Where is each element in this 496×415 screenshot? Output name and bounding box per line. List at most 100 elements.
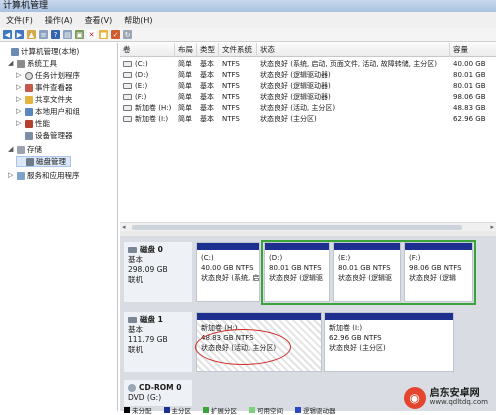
partition-d[interactable]: (D:) 80.01 GB NTFS 状态良好 (逻辑驱 <box>264 242 330 302</box>
legend-swatch <box>203 407 209 413</box>
expander-icon[interactable]: ▷ <box>16 120 23 127</box>
tree-item-task-scheduler[interactable]: ▷ 任务计划程序 <box>16 70 80 81</box>
tree-item-event-viewer[interactable]: ▷ 事件查看器 <box>16 82 73 93</box>
expander-icon[interactable] <box>16 132 23 139</box>
column-header-type[interactable]: 类型 <box>197 43 219 57</box>
folder-icon <box>25 96 33 104</box>
expander-icon[interactable]: ◢ <box>8 60 15 67</box>
volume-list: 卷 布局 类型 文件系统 状态 容量 (C:) 简单 基本 NTFS 状态良好 … <box>120 43 496 223</box>
expander-icon[interactable]: ▷ <box>16 96 23 103</box>
partition-status: 状态良好 (逻辑驱 <box>338 273 392 283</box>
list-view-icon[interactable]: ≡ <box>39 30 48 39</box>
primary-partition-bar <box>325 313 453 320</box>
partition-c[interactable]: (C:) 40.00 GB NTFS 状态良好 (系统, 启 <box>196 242 260 302</box>
folder-icon[interactable]: ■ <box>99 30 108 39</box>
logical-drive-bar <box>265 243 329 250</box>
column-header-capacity[interactable]: 容量 <box>450 43 496 57</box>
delete-icon[interactable]: ✕ <box>87 30 96 39</box>
back-icon[interactable]: ◀ <box>3 30 12 39</box>
tree-item-storage[interactable]: ◢ 存储 <box>8 144 42 155</box>
disk-state: 联机 <box>128 275 192 285</box>
tree-item-shared-folders[interactable]: ▷ 共享文件夹 <box>16 94 73 105</box>
expander-icon[interactable] <box>2 48 9 55</box>
legend-item: 逻辑驱动器 <box>295 405 336 415</box>
disk-0-label[interactable]: 磁盘 0 基本 298.09 GB 联机 <box>124 242 192 302</box>
legend-swatch <box>295 407 301 413</box>
partition-i[interactable]: 新加卷 (I:) 62.96 GB NTFS 状态良好 (主分区) <box>324 312 454 372</box>
refresh-icon[interactable]: ↻ <box>123 30 132 39</box>
partition-title: 新加卷 (I:) <box>329 323 386 333</box>
expander-icon[interactable]: ◢ <box>8 146 15 153</box>
disk-name: CD-ROM 0 <box>139 383 181 393</box>
expander-icon[interactable]: ▷ <box>16 84 23 91</box>
table-row[interactable]: (D:) 简单 基本 NTFS 状态良好 (逻辑驱动器) 80.01 GB <box>120 70 496 80</box>
help-icon[interactable]: ? <box>51 30 60 39</box>
partition-title: (F:) <box>409 253 462 263</box>
partition-e[interactable]: (E:) 80.01 GB NTFS 状态良好 (逻辑驱 <box>333 242 401 302</box>
table-row[interactable]: (E:) 简单 基本 NTFS 状态良好 (逻辑驱动器) 80.01 GB <box>120 81 496 91</box>
table-row[interactable]: (C:) 简单 基本 NTFS 状态良好 (系统, 启动, 页面文件, 活动, … <box>120 59 496 69</box>
highlight-circle <box>195 329 291 365</box>
disk-size: 111.79 GB <box>128 335 192 345</box>
table-row[interactable]: 新加卷 (H:) 简单 基本 NTFS 状态良好 (活动, 主分区) 48.83… <box>120 103 496 113</box>
menu-file[interactable]: 文件(F) <box>6 15 33 26</box>
tree-item-device-manager[interactable]: 设备管理器 <box>16 130 73 141</box>
column-header-status[interactable]: 状态 <box>257 43 450 57</box>
expander-icon[interactable] <box>17 158 24 165</box>
legend: 未分配 主分区 扩展分区 可用空间 逻辑驱动器 <box>124 405 336 415</box>
properties-icon[interactable]: ▣ <box>75 30 84 39</box>
forward-icon[interactable]: ▶ <box>15 30 24 39</box>
cell-capacity: 98.06 GB <box>450 93 496 101</box>
watermark-title: 启东安卓网 <box>430 389 488 398</box>
tree-item-services-apps[interactable]: ▷ 服务和应用程序 <box>8 170 80 181</box>
expander-icon[interactable]: ▷ <box>8 172 15 179</box>
tree-item-computer-management[interactable]: 计算机管理(本地) <box>2 46 79 57</box>
expander-icon[interactable]: ▷ <box>16 72 23 79</box>
menu-help[interactable]: 帮助(H) <box>124 15 152 26</box>
volume-list-header: 卷 布局 类型 文件系统 状态 容量 <box>120 43 496 57</box>
cell-volume: (E:) <box>120 82 175 90</box>
disk-icon <box>128 317 137 323</box>
up-folder-icon[interactable]: ▲ <box>27 30 36 39</box>
cell-capacity: 62.96 GB <box>450 115 496 123</box>
cell-status: 状态良好 (系统, 启动, 页面文件, 活动, 故障转储, 主分区) <box>257 59 450 69</box>
clock-icon <box>25 72 33 80</box>
device-icon <box>25 132 33 140</box>
table-row[interactable]: (F:) 简单 基本 NTFS 状态良好 (逻辑驱动器) 98.06 GB <box>120 92 496 102</box>
table-row[interactable]: 新加卷 (I:) 简单 基本 NTFS 状态良好 (主分区) 62.96 GB <box>120 114 496 124</box>
cell-volume: (D:) <box>120 71 175 79</box>
partition-status: 状态良好 (主分区) <box>329 343 386 353</box>
tree-item-performance[interactable]: ▷ 性能 <box>16 118 50 129</box>
watermark-text: 启东安卓网 www.qdltdq.com <box>430 389 488 407</box>
panel-icon[interactable]: ▤ <box>63 30 72 39</box>
scroll-right-icon[interactable]: ▸ <box>490 223 494 231</box>
check-disk-icon[interactable]: ✓ <box>111 30 120 39</box>
tree-item-disk-management[interactable]: 磁盘管理 <box>16 156 71 167</box>
cell-filesystem: NTFS <box>219 104 257 112</box>
tree-label: 任务计划程序 <box>35 70 80 81</box>
partition-title: (C:) <box>201 253 259 263</box>
cell-status: 状态良好 (逻辑驱动器) <box>257 81 450 91</box>
scrollbar-thumb[interactable] <box>132 225 462 230</box>
menu-action[interactable]: 操作(A) <box>45 15 73 26</box>
tree-item-local-users[interactable]: ▷ 本地用户和组 <box>16 106 80 117</box>
tree-label: 本地用户和组 <box>35 106 80 117</box>
watermark-url: www.qdltdq.com <box>430 398 488 407</box>
partition-text: (F:) 98.06 GB NTFS 状态良好 (逻辑 <box>409 253 462 283</box>
column-header-filesystem[interactable]: 文件系统 <box>219 43 257 57</box>
scroll-left-icon[interactable]: ◂ <box>122 223 126 231</box>
services-icon <box>17 172 25 180</box>
cell-volume: 新加卷 (H:) <box>120 103 175 113</box>
disk-type: 基本 <box>128 255 192 265</box>
column-header-layout[interactable]: 布局 <box>175 43 197 57</box>
cell-filesystem: NTFS <box>219 82 257 90</box>
column-header-volume[interactable]: 卷 <box>120 43 175 57</box>
horizontal-scrollbar[interactable]: ◂ ▸ <box>120 222 496 231</box>
disk-1-label[interactable]: 磁盘 1 基本 111.79 GB 联机 <box>124 312 192 372</box>
partition-f[interactable]: (F:) 98.06 GB NTFS 状态良好 (逻辑 <box>404 242 473 302</box>
expander-icon[interactable]: ▷ <box>16 108 23 115</box>
drive-icon <box>123 72 132 78</box>
menu-view[interactable]: 查看(V) <box>85 15 113 26</box>
tree-item-system-tools[interactable]: ◢ 系统工具 <box>8 58 57 69</box>
cdrom-label[interactable]: CD-ROM 0 DVD (G:) <box>124 380 192 406</box>
